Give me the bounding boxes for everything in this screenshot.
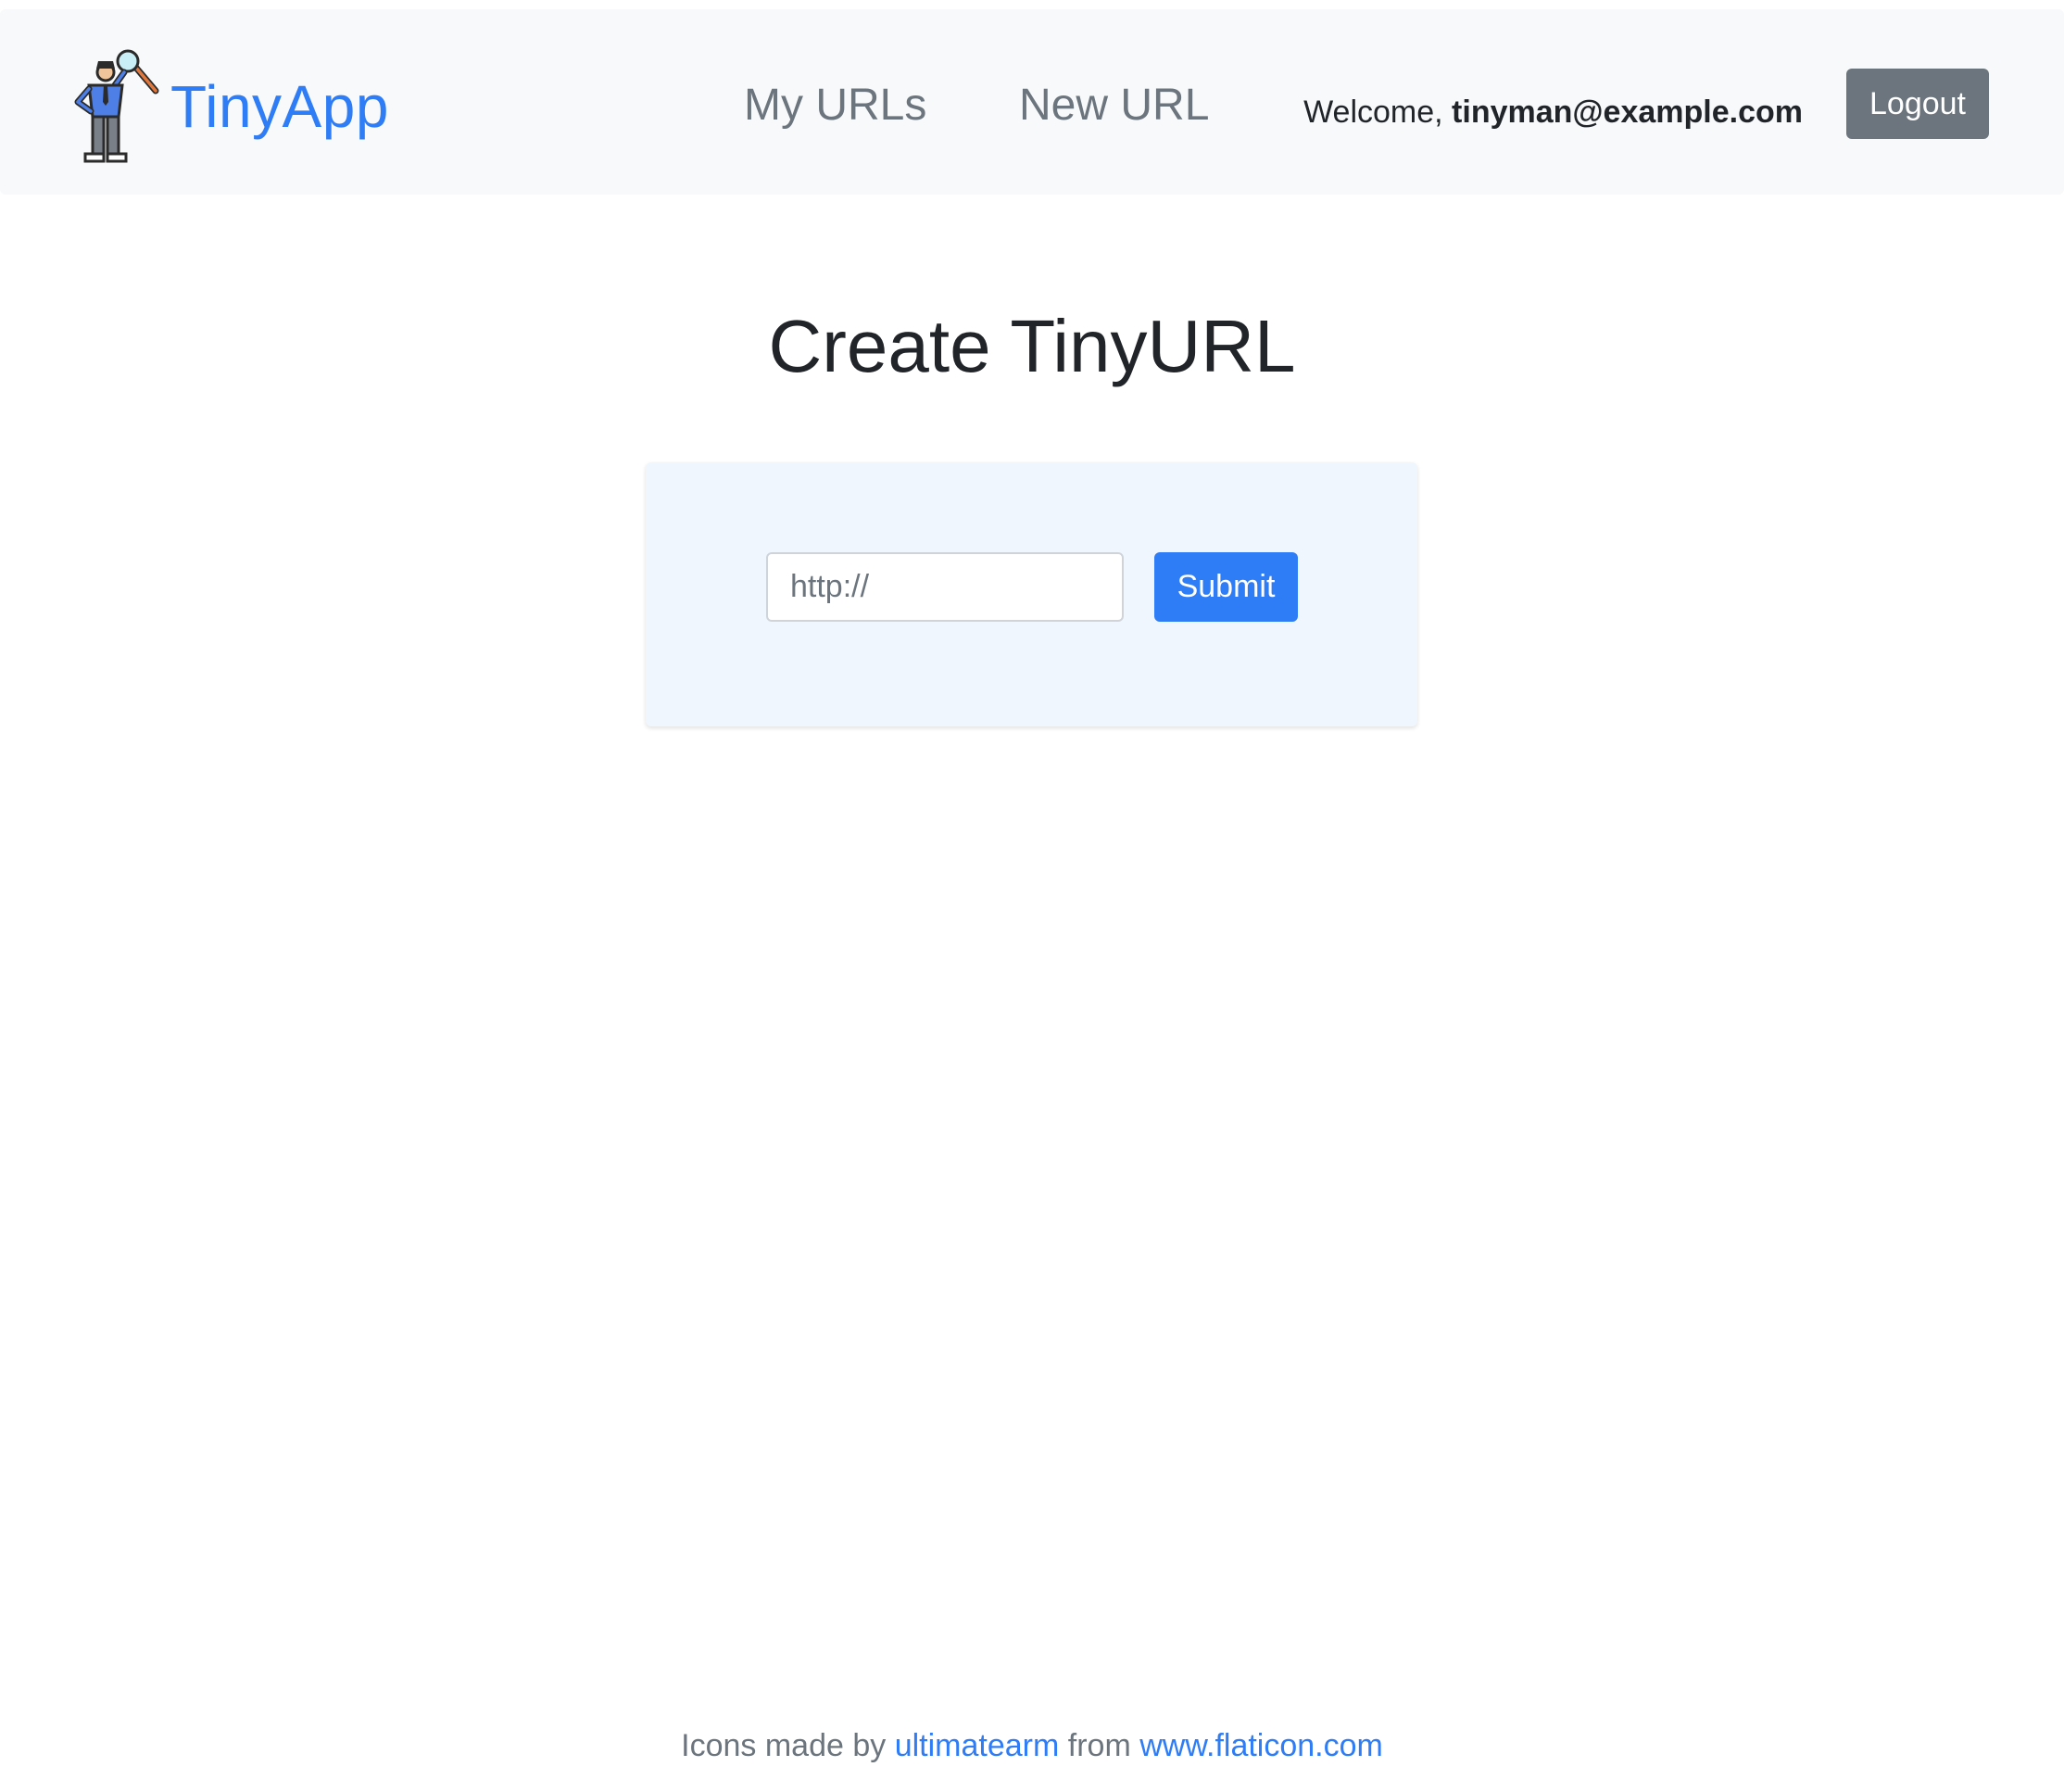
nav-link-my-urls[interactable]: My URLs (744, 81, 926, 131)
welcome-prefix: Welcome, (1303, 95, 1443, 130)
author-link[interactable]: ultimatearm (895, 1728, 1060, 1763)
flaticon-link[interactable]: www.flaticon.com (1139, 1728, 1383, 1763)
detective-with-magnifier-icon (74, 49, 159, 163)
welcome-message: Welcome, tinyman@example.com (1303, 95, 1803, 130)
footer-prefix: Icons made by (681, 1728, 887, 1763)
create-url-form: Submit (646, 462, 1417, 726)
nav-link-new-url[interactable]: New URL (1019, 81, 1209, 131)
brand-name: TinyApp (170, 73, 389, 140)
footer-middle: from (1067, 1728, 1131, 1763)
page-title: Create TinyURL (768, 305, 1296, 387)
submit-button[interactable]: Submit (1154, 552, 1298, 622)
footer-attribution: Icons made by ultimatearm from www.flati… (0, 1728, 2064, 1763)
page: TinyApp My URLs New URL Welcome, tinyman… (0, 0, 2064, 1792)
long-url-input[interactable] (766, 552, 1124, 622)
user-email: tinyman@example.com (1452, 95, 1803, 130)
logout-button[interactable]: Logout (1846, 69, 1989, 139)
navbar: TinyApp My URLs New URL Welcome, tinyman… (0, 9, 2064, 195)
brand-link[interactable]: TinyApp (69, 48, 389, 165)
